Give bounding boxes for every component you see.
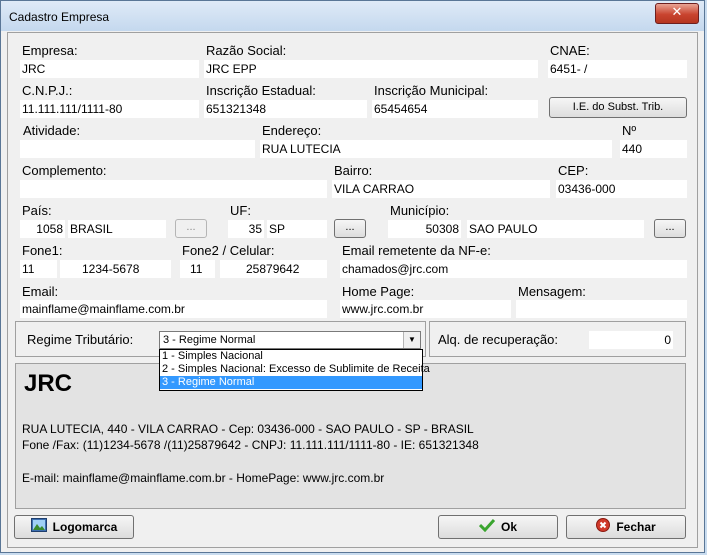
window-title: Cadastro Empresa bbox=[9, 10, 110, 24]
atividade-label: Atividade: bbox=[23, 123, 81, 138]
complemento-label: Complemento: bbox=[22, 163, 107, 178]
inscricao-municipal-field[interactable]: 65454654 bbox=[372, 100, 538, 118]
ok-button[interactable]: Ok bbox=[438, 515, 558, 539]
regime-option-selected[interactable]: 3 - Regime Normal bbox=[160, 376, 422, 389]
municipio-label: Município: bbox=[390, 203, 450, 218]
fone2-ddd-field[interactable]: 11 bbox=[180, 260, 215, 278]
uf-lookup-button[interactable]: ... bbox=[334, 219, 366, 238]
regime-label: Regime Tributário: bbox=[27, 332, 134, 347]
preview-email-line: E-mail: mainflame@mainflame.com.br - Hom… bbox=[22, 471, 385, 485]
email-nfe-field[interactable]: chamados@jrc.com bbox=[340, 260, 687, 278]
regime-dropdown-list: 1 - Simples Nacional 2 - Simples Naciona… bbox=[159, 349, 430, 391]
empresa-label: Empresa: bbox=[22, 43, 78, 58]
ok-label: Ok bbox=[500, 520, 517, 534]
picture-icon bbox=[30, 517, 47, 539]
fone1-label: Fone1: bbox=[22, 243, 63, 258]
municipio-code-field[interactable]: 50308 bbox=[388, 220, 461, 238]
uf-code-field[interactable]: 35 bbox=[228, 220, 264, 238]
numero-field[interactable]: 440 bbox=[620, 140, 687, 158]
fone2-number-field[interactable]: 25879642 bbox=[220, 260, 327, 278]
aliquota-field[interactable]: 0 bbox=[589, 331, 673, 349]
cnae-label: CNAE: bbox=[550, 43, 590, 58]
razao-social-label: Razão Social: bbox=[206, 43, 287, 58]
empresa-field[interactable]: JRC bbox=[20, 60, 199, 78]
cadastro-empresa-window: Cadastro Empresa ✕ Empresa: JRC Razão So… bbox=[0, 0, 705, 553]
home-page-field[interactable]: www.jrc.com.br bbox=[340, 300, 511, 318]
mensagem-field[interactable] bbox=[516, 300, 687, 318]
fechar-label: Fechar bbox=[616, 520, 656, 534]
cep-label: CEP: bbox=[558, 163, 589, 178]
fone1-number-field[interactable]: 1234-5678 bbox=[60, 260, 171, 278]
preview-company-name: JRC bbox=[24, 370, 73, 397]
cep-field[interactable]: 03436-000 bbox=[556, 180, 687, 198]
regime-option[interactable]: 1 - Simples Nacional bbox=[160, 350, 422, 363]
uf-name-field[interactable]: SP bbox=[267, 220, 327, 238]
regime-selected-value: 3 - Regime Normal bbox=[163, 334, 256, 346]
email-field[interactable]: mainflame@mainflame.com.br bbox=[20, 300, 327, 318]
regime-select[interactable]: 3 - Regime Normal ▼ bbox=[159, 331, 421, 349]
uf-label: UF: bbox=[230, 203, 251, 218]
pais-name-field[interactable]: BRASIL bbox=[68, 220, 166, 238]
title-bar[interactable]: Cadastro Empresa ✕ bbox=[1, 1, 704, 31]
logomarca-label: Logomarca bbox=[52, 520, 118, 534]
preview-phone-line: Fone /Fax: (11)1234-5678 /(11)25879642 -… bbox=[22, 438, 479, 452]
pais-label: País: bbox=[22, 203, 52, 218]
complemento-field[interactable] bbox=[20, 180, 327, 198]
preview-address-line: RUA LUTECIA, 440 - VILA CARRAO - Cep: 03… bbox=[22, 422, 474, 436]
bairro-label: Bairro: bbox=[334, 163, 373, 178]
fechar-button[interactable]: Fechar bbox=[566, 515, 686, 539]
email-label: Email: bbox=[22, 284, 59, 299]
fone1-ddd-field[interactable]: 11 bbox=[20, 260, 57, 278]
email-nfe-label: Email remetente da NF-e: bbox=[342, 243, 491, 258]
chevron-down-icon[interactable]: ▼ bbox=[403, 332, 420, 348]
municipio-name-field[interactable]: SAO PAULO bbox=[467, 220, 644, 238]
atividade-field[interactable] bbox=[20, 140, 255, 158]
numero-label: Nº bbox=[622, 123, 637, 138]
endereco-label: Endereço: bbox=[262, 123, 322, 138]
inscricao-estadual-field[interactable]: 651321348 bbox=[204, 100, 367, 118]
pais-code-field[interactable]: 1058 bbox=[20, 220, 65, 238]
razao-social-field[interactable]: JRC EPP bbox=[204, 60, 538, 78]
check-icon bbox=[478, 517, 496, 539]
municipio-lookup-button[interactable]: ... bbox=[654, 219, 686, 238]
logomarca-button[interactable]: Logomarca bbox=[14, 515, 134, 539]
cnpj-field[interactable]: 11.111.111/1111-80 bbox=[20, 100, 199, 118]
aliquota-label: Alq. de recuperação: bbox=[438, 332, 558, 347]
inscricao-estadual-label: Inscrição Estadual: bbox=[206, 83, 316, 98]
home-page-label: Home Page: bbox=[342, 284, 415, 299]
window-close-button[interactable]: ✕ bbox=[655, 3, 699, 24]
cnpj-label: C.N.P.J.: bbox=[22, 83, 73, 98]
mensagem-label: Mensagem: bbox=[518, 284, 586, 299]
endereco-field[interactable]: RUA LUTECIA bbox=[260, 140, 612, 158]
close-circle-icon bbox=[596, 517, 611, 539]
bairro-field[interactable]: VILA CARRAO bbox=[332, 180, 550, 198]
inscricao-municipal-label: Inscrição Municipal: bbox=[374, 83, 489, 98]
ie-subst-trib-button[interactable]: I.E. do Subst. Trib. bbox=[549, 97, 687, 118]
fone2-label: Fone2 / Celular: bbox=[182, 243, 275, 258]
pais-lookup-button[interactable]: ... bbox=[175, 219, 207, 238]
cnae-field[interactable]: 6451- / bbox=[548, 60, 687, 78]
regime-option[interactable]: 2 - Simples Nacional: Excesso de Sublimi… bbox=[160, 363, 430, 376]
